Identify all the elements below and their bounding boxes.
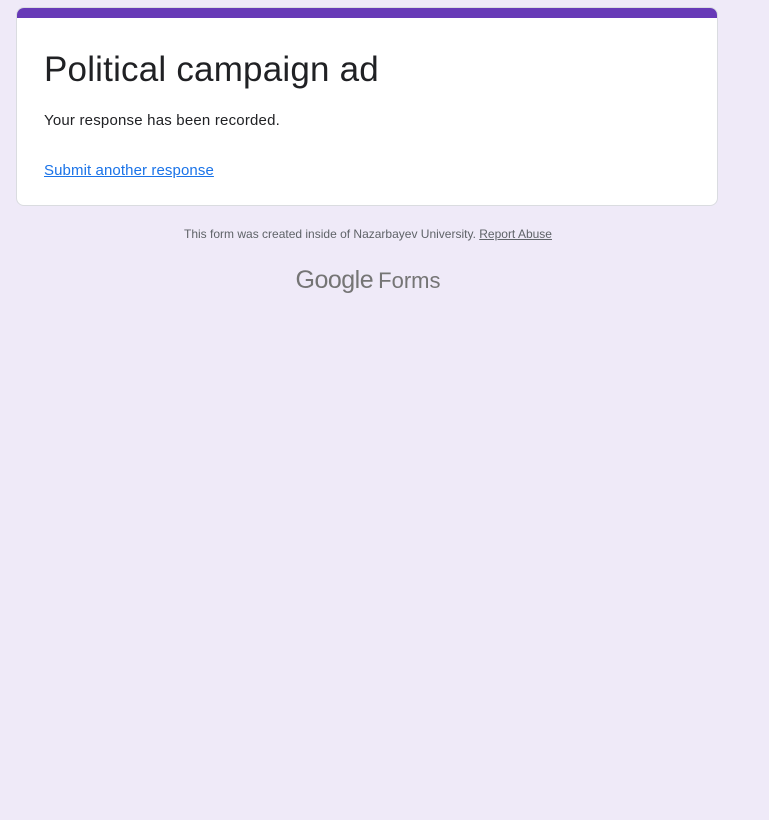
- form-title: Political campaign ad: [44, 50, 379, 89]
- forms-wordmark: Forms: [378, 268, 441, 293]
- google-forms-logo[interactable]: Google Forms: [0, 265, 736, 299]
- confirmation-message: Your response has been recorded.: [44, 112, 281, 129]
- footer-note-text: This form was created inside of Nazarbay…: [184, 227, 476, 241]
- google-wordmark: Google: [295, 266, 374, 294]
- confirmation-card: Political campaign ad Your response has …: [16, 7, 718, 206]
- submit-another-response-link[interactable]: Submit another response: [44, 161, 214, 181]
- card-accent-bar: [17, 8, 717, 18]
- footer-note: This form was created inside of Nazarbay…: [0, 226, 736, 242]
- report-abuse-link[interactable]: Report Abuse: [479, 227, 552, 241]
